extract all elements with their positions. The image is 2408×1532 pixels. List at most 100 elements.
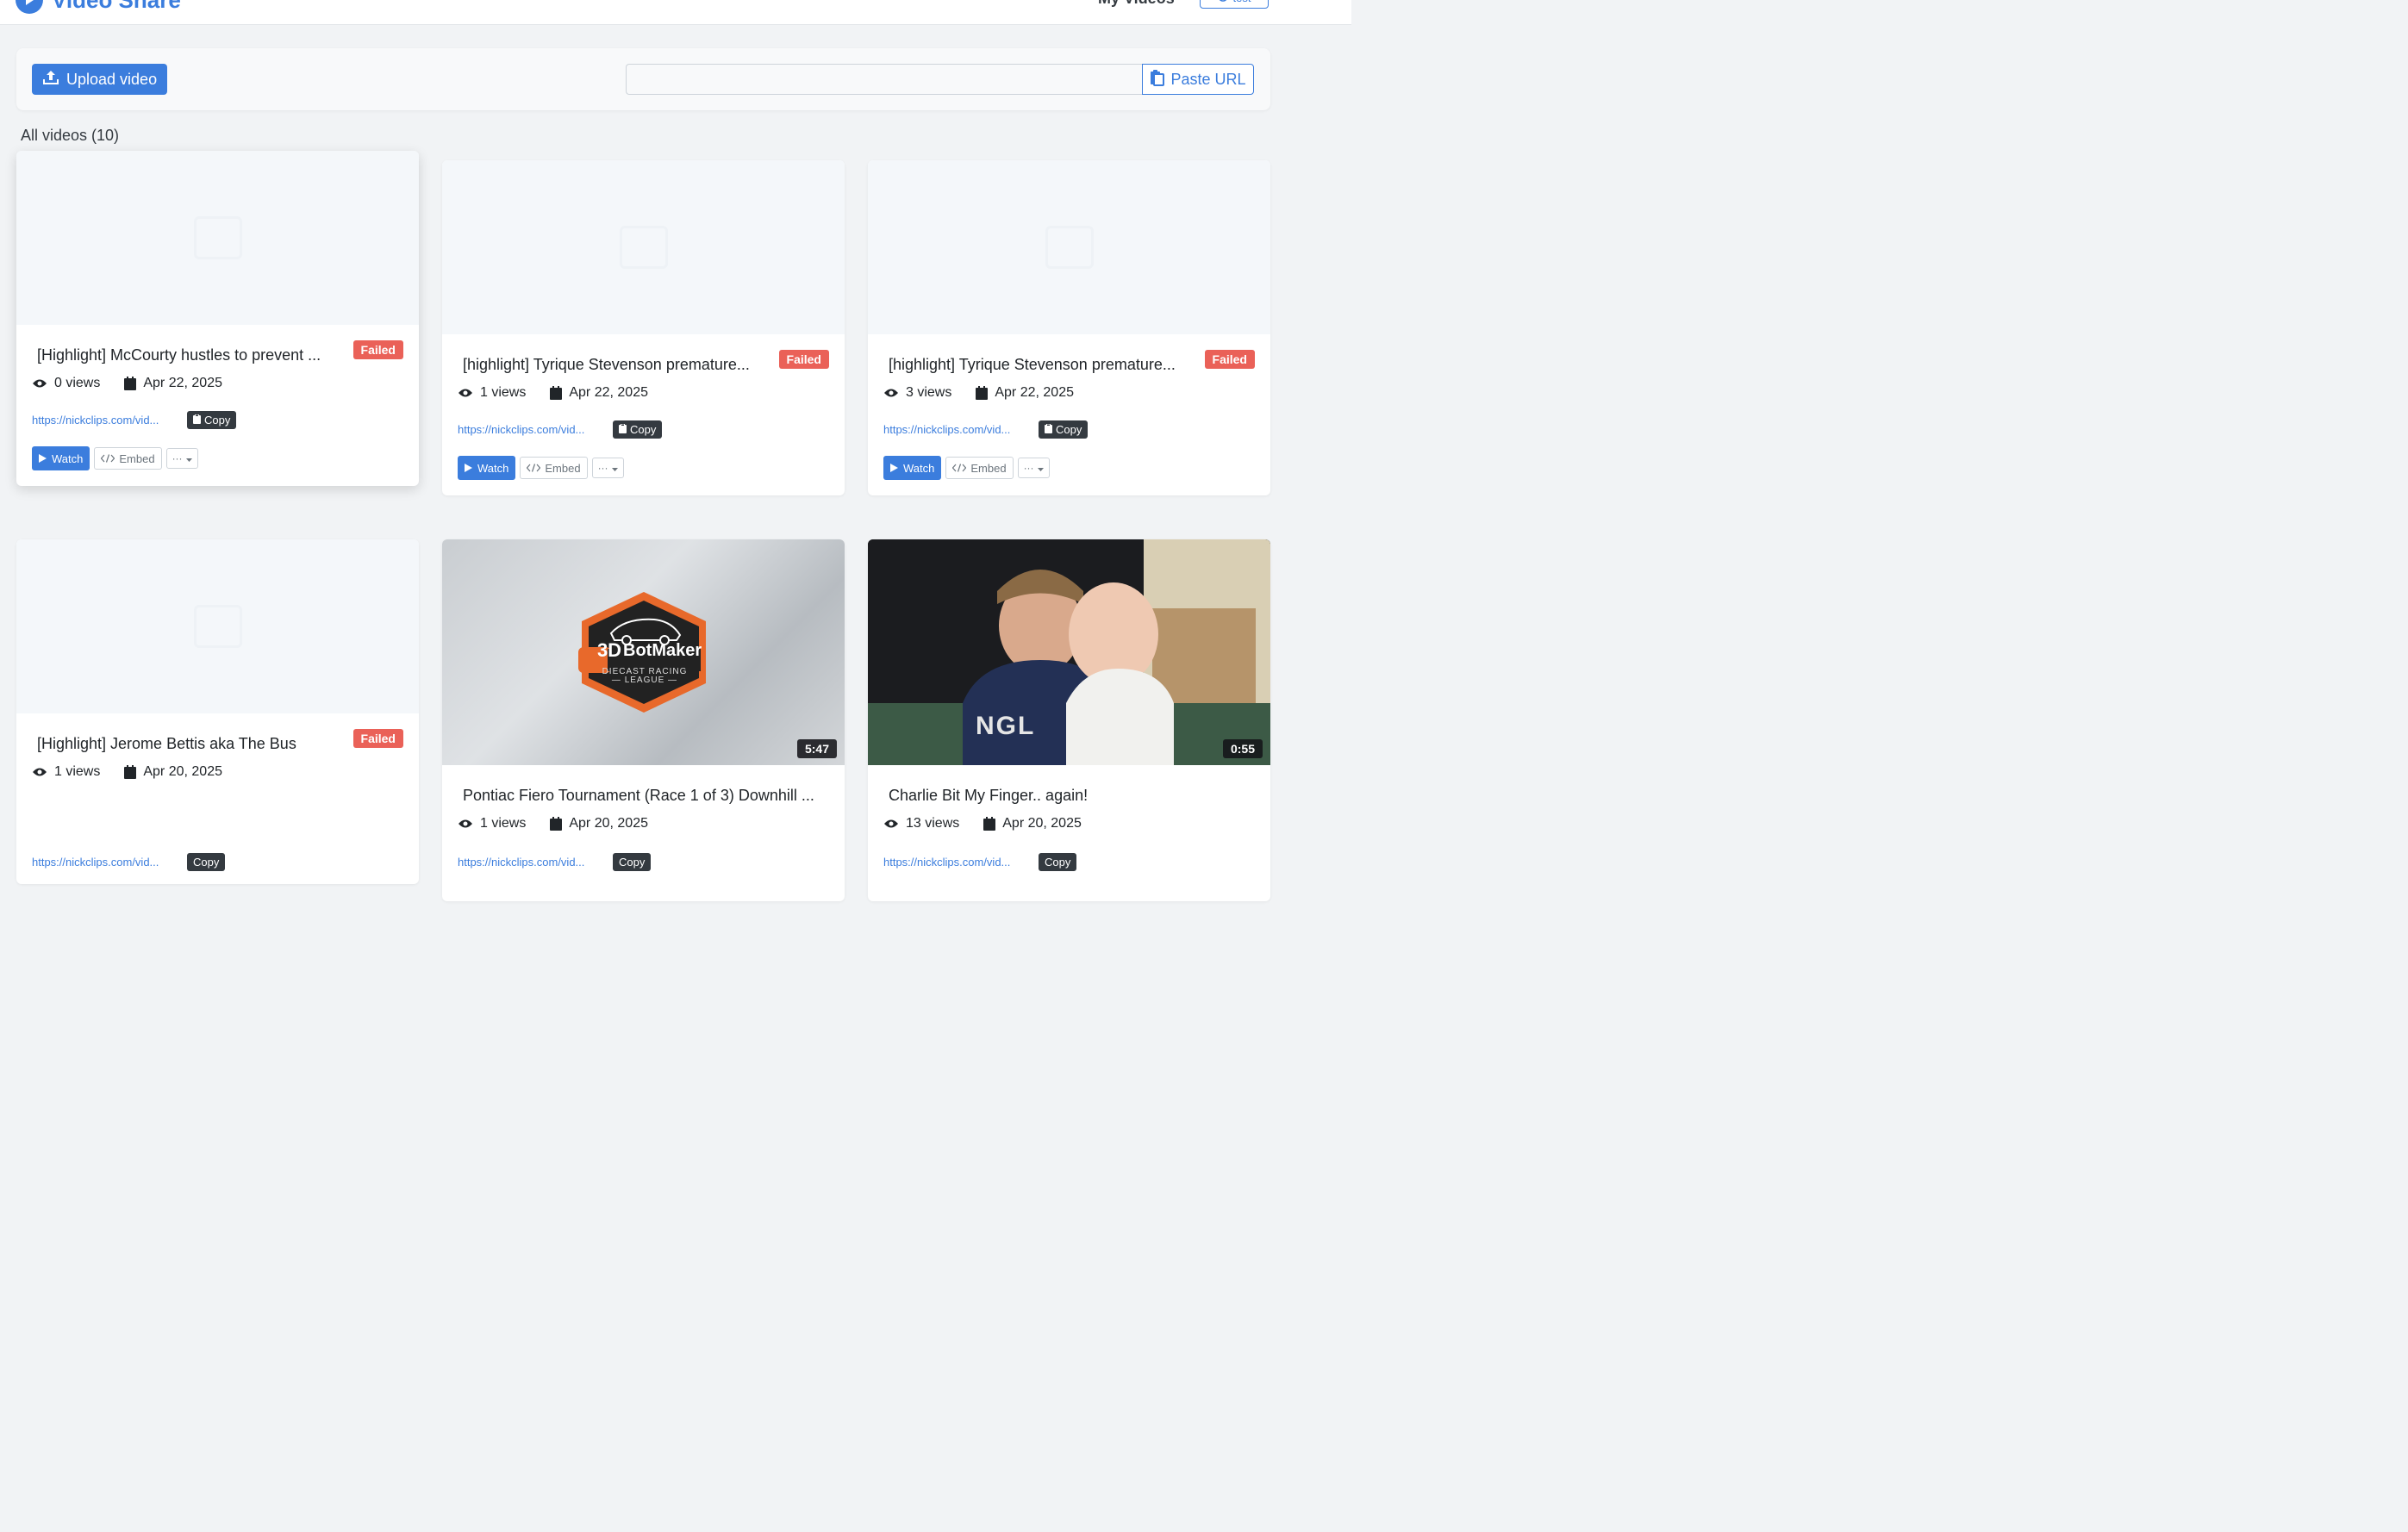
embed-button[interactable]: Embed [520, 457, 588, 479]
video-meta: 0 views Apr 22, 2025 [32, 376, 222, 391]
share-link[interactable]: https://nickclips.com/vid... [883, 423, 1026, 436]
play-icon [890, 462, 898, 475]
play-icon [465, 462, 472, 475]
video-card[interactable]: 3D BotMaker DIECAST RACING — LEAGUE — 5:… [442, 539, 845, 901]
user-circle-icon [1218, 0, 1228, 4]
play-icon [39, 452, 47, 465]
eye-icon [32, 767, 47, 777]
duration-badge: 5:47 [796, 739, 837, 758]
embed-button[interactable]: Embed [94, 447, 162, 470]
embed-label: Embed [970, 461, 1007, 475]
share-link[interactable]: https://nickclips.com/vid... [32, 856, 175, 869]
card-actions: Watch Embed ··· [32, 446, 198, 470]
video-card[interactable]: [Highlight] McCourty hustles to prevent … [16, 151, 419, 486]
video-card[interactable]: [Highlight] Jerome Bettis aka The Bus Fa… [16, 539, 419, 884]
ellipsis-icon: ··· [1023, 462, 1034, 474]
copy-link-button[interactable]: Copy [1039, 420, 1089, 439]
user-name: test [1233, 0, 1251, 4]
video-thumbnail[interactable]: 3D BotMaker DIECAST RACING — LEAGUE — 5:… [442, 539, 845, 765]
video-title[interactable]: Charlie Bit My Finger.. again! [889, 787, 1259, 805]
status-badge-failed: Failed [1204, 350, 1255, 369]
video-meta: 13 views Apr 20, 2025 [883, 816, 1082, 831]
top-navbar: Video Share My Videos test [0, 0, 1351, 25]
play-circle-icon [16, 0, 43, 14]
watch-button[interactable]: Watch [458, 456, 516, 480]
copy-link-button[interactable]: Copy [1039, 853, 1077, 871]
video-thumbnail-placeholder[interactable] [16, 539, 419, 713]
video-placeholder-icon [193, 216, 242, 259]
more-options-dropdown[interactable]: ··· [1017, 458, 1050, 478]
nav-my-videos[interactable]: My Videos [1098, 0, 1175, 8]
upload-date: Apr 20, 2025 [143, 764, 222, 779]
video-card[interactable]: [highlight] Tyrique Stevenson premature.… [868, 160, 1270, 495]
logo-league: — LEAGUE — [611, 676, 678, 685]
more-options-dropdown[interactable]: ··· [591, 458, 624, 478]
video-placeholder-icon [619, 226, 668, 269]
caret-down-icon [611, 462, 618, 474]
share-link-row: https://nickclips.com/vid... Copy [32, 411, 237, 429]
video-title[interactable]: [Highlight] Jerome Bettis aka The Bus [37, 735, 343, 753]
upload-date: Apr 22, 2025 [995, 385, 1074, 400]
video-url-input[interactable] [626, 64, 1143, 95]
copy-label: Copy [193, 856, 220, 869]
copy-label: Copy [204, 414, 231, 427]
watch-button[interactable]: Watch [32, 446, 90, 470]
video-title[interactable]: [highlight] Tyrique Stevenson premature.… [889, 356, 1195, 374]
calendar-icon [124, 765, 137, 779]
video-meta: 1 views Apr 22, 2025 [458, 385, 648, 401]
share-link[interactable]: https://nickclips.com/vid... [458, 856, 601, 869]
code-icon [101, 452, 115, 465]
paste-url-button[interactable]: Paste URL [1142, 64, 1254, 95]
embed-button[interactable]: Embed [945, 457, 1014, 479]
status-badge-failed: Failed [352, 340, 403, 359]
video-meta: 3 views Apr 22, 2025 [883, 385, 1074, 401]
copy-link-button[interactable]: Copy [613, 420, 663, 439]
video-title[interactable]: [Highlight] McCourty hustles to prevent … [37, 346, 343, 364]
caret-down-icon [185, 452, 192, 464]
watch-label: Watch [477, 461, 509, 475]
video-thumbnail[interactable]: NGL 0:55 [868, 539, 1270, 765]
video-title[interactable]: Pontiac Fiero Tournament (Race 1 of 3) D… [463, 787, 833, 805]
copy-link-button[interactable]: Copy [187, 853, 226, 871]
share-link[interactable]: https://nickclips.com/vid... [883, 856, 1026, 869]
clipboard-icon [1045, 423, 1052, 436]
video-card[interactable]: NGL 0:55 Charlie Bit My Finger.. again! … [868, 539, 1270, 901]
share-link-row: https://nickclips.com/vid... Copy [458, 853, 652, 871]
share-link-row: https://nickclips.com/vid... Copy [32, 853, 226, 871]
upload-date: Apr 20, 2025 [569, 816, 648, 831]
copy-link-button[interactable]: Copy [613, 853, 652, 871]
video-meta: 1 views Apr 20, 2025 [458, 816, 648, 831]
eye-icon [32, 378, 47, 389]
brand-name: Video Share [52, 0, 181, 14]
upload-date: Apr 22, 2025 [143, 376, 222, 390]
upload-video-button[interactable]: Upload video [32, 64, 168, 95]
caret-down-icon [1037, 462, 1044, 474]
video-title[interactable]: [highlight] Tyrique Stevenson premature.… [463, 356, 769, 374]
brand[interactable]: Video Share [16, 0, 181, 14]
shirt-text: NGL [976, 712, 1036, 740]
upload-video-label: Upload video [66, 70, 158, 88]
video-thumbnail-placeholder[interactable] [16, 151, 419, 325]
more-options-dropdown[interactable]: ··· [165, 448, 198, 469]
user-menu-button[interactable]: test [1200, 0, 1269, 9]
copy-label: Copy [630, 423, 657, 436]
watch-label: Watch [903, 461, 935, 475]
view-count: 3 views [906, 385, 952, 400]
ellipsis-icon: ··· [172, 452, 183, 464]
section-title: All videos (10) [21, 127, 120, 144]
share-link[interactable]: https://nickclips.com/vid... [32, 414, 175, 427]
video-thumbnail-placeholder[interactable] [868, 160, 1270, 334]
view-count: 1 views [480, 816, 527, 831]
video-card[interactable]: [highlight] Tyrique Stevenson premature.… [442, 160, 845, 495]
video-frame-icon [868, 539, 1270, 765]
share-link[interactable]: https://nickclips.com/vid... [458, 423, 601, 436]
clipboard-icon [1150, 69, 1165, 90]
calendar-icon [550, 386, 563, 400]
video-thumbnail-placeholder[interactable] [442, 160, 845, 334]
card-actions: Watch Embed ··· [883, 456, 1050, 480]
watch-button[interactable]: Watch [883, 456, 942, 480]
copy-link-button[interactable]: Copy [187, 411, 237, 429]
logo-botmaker: BotMaker [623, 641, 702, 660]
code-icon [952, 462, 967, 475]
clipboard-icon [193, 414, 201, 427]
